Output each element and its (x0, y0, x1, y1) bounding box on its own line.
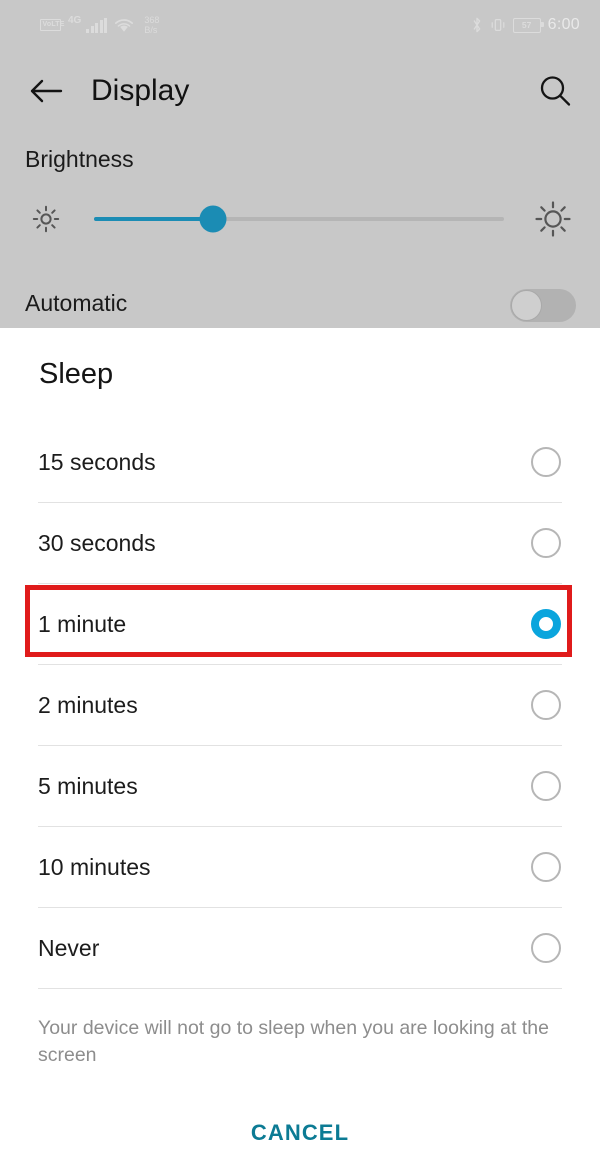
battery-level-label: 57 (521, 20, 532, 30)
option-row-2-minutes[interactable]: 2 minutes (38, 665, 562, 746)
automatic-toggle-knob (511, 290, 542, 321)
status-bar: VoLTE 4G 368 B/s 57 6:00 (0, 0, 600, 50)
option-row-10-minutes[interactable]: 10 minutes (38, 827, 562, 908)
brightness-slider-fill (94, 217, 213, 221)
option-row-30-seconds[interactable]: 30 seconds (38, 503, 562, 584)
brightness-slider-thumb[interactable] (199, 205, 227, 233)
dialog-actions: CANCEL (0, 1090, 600, 1176)
sleep-options-list: 15 seconds 30 seconds 1 minute 2 minutes… (0, 422, 600, 989)
sleep-dialog: Sleep 15 seconds 30 seconds 1 minute 2 m… (0, 328, 600, 1176)
option-label: 1 minute (38, 610, 127, 637)
option-label: 5 minutes (38, 772, 138, 799)
dialog-title: Sleep (39, 358, 114, 390)
brightness-slider[interactable] (94, 205, 504, 233)
vibrate-icon (491, 19, 505, 31)
option-row-1-minute[interactable]: 1 minute (38, 584, 562, 665)
battery-icon: 57 (512, 17, 544, 33)
app-bar: Display (0, 50, 600, 132)
radio-button-selected[interactable] (531, 609, 561, 639)
volte-badge: VoLTE (40, 19, 64, 31)
page-title: Display (91, 74, 190, 107)
option-label: 2 minutes (38, 691, 138, 718)
option-label: 15 seconds (38, 448, 156, 475)
radio-button[interactable] (531, 528, 561, 558)
option-label: 10 minutes (38, 853, 151, 880)
data-rate-unit: B/s (144, 25, 158, 35)
option-row-never[interactable]: Never (38, 908, 562, 989)
data-rate-value: 368 (144, 15, 160, 25)
radio-button[interactable] (531, 690, 561, 720)
sun-high-icon[interactable] (534, 200, 572, 238)
cancel-button[interactable]: CANCEL (245, 1119, 355, 1147)
clock-label: 6:00 (547, 16, 580, 33)
sleep-footer-note: Your device will not go to sleep when yo… (38, 1017, 549, 1066)
search-icon[interactable] (538, 74, 572, 108)
display-settings-page: VoLTE 4G 368 B/s 57 6:00 Display Brightn… (0, 0, 600, 328)
option-row-5-minutes[interactable]: 5 minutes (38, 746, 562, 827)
sun-low-icon[interactable] (32, 205, 60, 233)
back-arrow-icon[interactable] (28, 76, 64, 106)
option-label: Never (38, 934, 100, 961)
status-bar-left: VoLTE 4G 368 B/s (40, 15, 159, 35)
brightness-slider-row (0, 196, 600, 242)
network-type-label: 4G (68, 14, 82, 26)
radio-button[interactable] (531, 933, 561, 963)
brightness-label: Brightness (25, 146, 134, 172)
radio-button[interactable] (531, 771, 561, 801)
radio-button[interactable] (531, 852, 561, 882)
signal-strength-icon (86, 17, 108, 33)
option-label: 30 seconds (38, 529, 156, 556)
automatic-label: Automatic (25, 290, 128, 316)
bluetooth-icon (473, 17, 480, 33)
data-rate-indicator: 368 B/s (144, 15, 159, 35)
radio-button[interactable] (531, 447, 561, 477)
automatic-toggle[interactable] (510, 289, 576, 322)
phone-screen: VoLTE 4G 368 B/s 57 6:00 Display Brightn… (0, 0, 600, 1176)
wifi-icon (115, 18, 134, 32)
status-bar-right: 57 6:00 (471, 16, 580, 34)
option-row-15-seconds[interactable]: 15 seconds (38, 422, 562, 503)
